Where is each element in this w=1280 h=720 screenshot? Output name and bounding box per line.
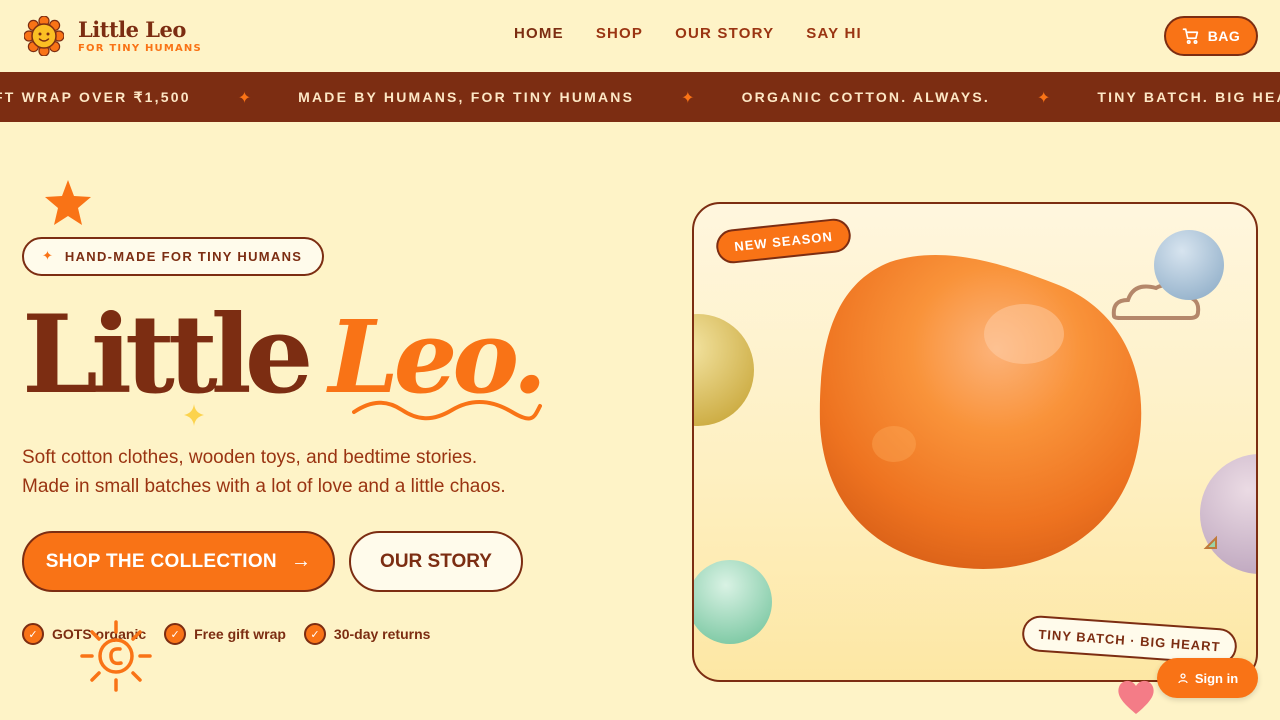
yellow-ball	[694, 314, 754, 426]
shop-collection-label: SHOP THE COLLECTION	[45, 550, 277, 572]
announcement-marquee: FT WRAP OVER ₹1,500 ✦ MADE BY HUMANS, FO…	[0, 72, 1280, 122]
sun-flower-logo-icon	[24, 16, 64, 56]
hero-title-little: Little	[22, 292, 313, 418]
sun-doodle-icon	[80, 620, 152, 692]
handmade-pill: ✦ HAND-MADE FOR TINY HUMANS	[22, 237, 324, 276]
cart-icon	[1182, 28, 1198, 45]
our-story-label: OUR STORY	[380, 550, 492, 572]
sign-in-button[interactable]: Sign in	[1157, 658, 1258, 698]
brand-tagline: FOR TINY HUMANS	[78, 42, 202, 54]
site-header: Little Leo FOR TINY HUMANS HOME SHOP OUR…	[0, 0, 1280, 72]
brand-name: Little Leo	[78, 16, 186, 42]
squiggle-underline-icon	[352, 399, 542, 421]
feature-label: Free gift wrap	[194, 626, 286, 642]
our-story-button[interactable]: OUR STORY	[349, 531, 523, 592]
feature-label: 30-day returns	[333, 626, 431, 642]
star-icon	[45, 180, 91, 225]
hero-subtitle-line-1: Soft cotton clothes, wooden toys, and be…	[22, 447, 478, 468]
green-ball	[694, 560, 772, 644]
sign-in-label: Sign in	[1194, 670, 1239, 686]
bag-label: BAG	[1207, 28, 1241, 44]
heart-icon	[1118, 680, 1154, 714]
brand[interactable]: Little Leo FOR TINY HUMANS	[24, 16, 202, 56]
orange-blob	[819, 254, 1142, 569]
nav-shop[interactable]: SHOP	[596, 25, 643, 42]
shop-collection-button[interactable]: SHOP THE COLLECTION →	[22, 531, 335, 592]
sparkle-icon: ✦	[237, 87, 252, 107]
nav-say-hi[interactable]: SAY HI	[806, 25, 862, 42]
marquee-item: MADE BY HUMANS, FOR TINY HUMANS	[298, 89, 635, 105]
bag-button[interactable]: BAG	[1164, 16, 1258, 56]
check-icon: ✓	[22, 623, 44, 645]
pill-text: HAND-MADE FOR TINY HUMANS	[64, 249, 303, 264]
sparkle-icon: ✦	[681, 87, 695, 107]
user-icon	[1178, 673, 1188, 684]
hero-illustration	[694, 230, 1256, 644]
arrow-right-icon: →	[290, 550, 312, 572]
marquee-track: FT WRAP OVER ₹1,500 ✦ MADE BY HUMANS, FO…	[0, 72, 1280, 122]
blue-ball	[1154, 230, 1224, 300]
hero-image-card: NEW SEASON TINY BATCH · BIG HEART	[692, 202, 1258, 682]
hero-subtitle: Soft cotton clothes, wooden toys, and be…	[22, 443, 582, 501]
marquee-item: FT WRAP OVER ₹1,500	[0, 88, 191, 105]
feature-item: ✓ Free gift wrap	[164, 623, 286, 645]
main-nav: HOME SHOP OUR STORY SAY HI	[514, 25, 894, 42]
marquee-item: TINY BATCH. BIG HEART.	[1097, 89, 1280, 105]
feature-item: ✓ 30-day returns	[303, 623, 431, 645]
nav-home[interactable]: HOME	[514, 25, 564, 42]
marquee-item: ORGANIC COTTON. ALWAYS.	[741, 89, 990, 105]
check-icon: ✓	[303, 623, 326, 645]
purple-ball	[1200, 454, 1256, 574]
sparkle-icon	[184, 404, 204, 426]
sparkle-icon: ✦	[42, 249, 53, 264]
nav-our-story[interactable]: OUR STORY	[675, 25, 774, 42]
sparkle-icon: ✦	[1037, 87, 1051, 107]
check-icon: ✓	[164, 623, 187, 645]
hero-subtitle-line-2: Made in small batches with a lot of love…	[22, 476, 506, 497]
